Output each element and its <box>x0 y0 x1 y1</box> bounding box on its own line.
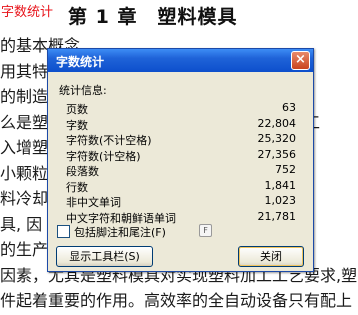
close-button[interactable]: 关闭 <box>238 246 304 267</box>
stat-row: 非中文单词 1,023 <box>66 194 296 210</box>
document-label: 字数统计 <box>1 5 54 20</box>
stat-label: 字符数(不计空格) <box>66 134 152 147</box>
stat-value: 22,804 <box>257 116 297 130</box>
stat-label: 页数 <box>66 103 88 116</box>
stat-label: 行数 <box>66 180 88 194</box>
stat-value: 1,023 <box>264 194 297 207</box>
stat-row: 字符数(计空格) 27,356 <box>66 148 296 164</box>
close-icon[interactable]: × <box>291 51 310 70</box>
document-heading: 第 1 章 塑料模具 <box>68 6 238 28</box>
stat-row: 字符数(不计空格) 25,320 <box>66 132 296 148</box>
stat-label: 字数 <box>66 118 88 132</box>
footnotes-checkbox[interactable] <box>57 225 70 238</box>
footnotes-checkbox-row[interactable]: 包括脚注和尾注(F) F <box>57 224 257 239</box>
show-toolbar-button[interactable]: 显示工具栏(S) <box>56 246 153 267</box>
stats-group-label: 统计信息: <box>59 84 107 97</box>
stat-value: 752 <box>275 163 296 176</box>
footnotes-checkbox-label: 包括脚注和尾注(F) <box>74 226 166 239</box>
stat-value: 27,356 <box>257 147 297 161</box>
stat-label: 字符数(计空格) <box>66 149 141 163</box>
stat-row: 中文字符和朝鲜语单词 21,781 <box>66 210 296 226</box>
dialog-titlebar[interactable]: 字数统计 × <box>48 49 313 72</box>
stat-value: 63 <box>282 101 296 114</box>
stat-value: 21,781 <box>257 209 297 223</box>
stat-value: 25,320 <box>257 132 297 145</box>
stat-value: 1,841 <box>264 178 297 192</box>
stat-row: 字数 22,804 <box>66 117 296 133</box>
stats-list: 页数 63 字数 22,804 字符数(不计空格) 25,320 字符数(计空格) 27,35… <box>66 101 296 225</box>
help-icon[interactable]: F <box>199 224 212 237</box>
stat-row: 页数 63 <box>66 101 296 117</box>
dialog-title: 字数统计 <box>56 55 105 69</box>
stat-label: 非中文单词 <box>66 196 121 209</box>
stat-row: 行数 1,841 <box>66 179 296 195</box>
document-line: 件起着重要的作用。高效率的全自动设备只有配上 <box>0 291 353 310</box>
stat-row: 段落数 752 <box>66 163 296 179</box>
stat-label: 段落数 <box>66 165 99 178</box>
